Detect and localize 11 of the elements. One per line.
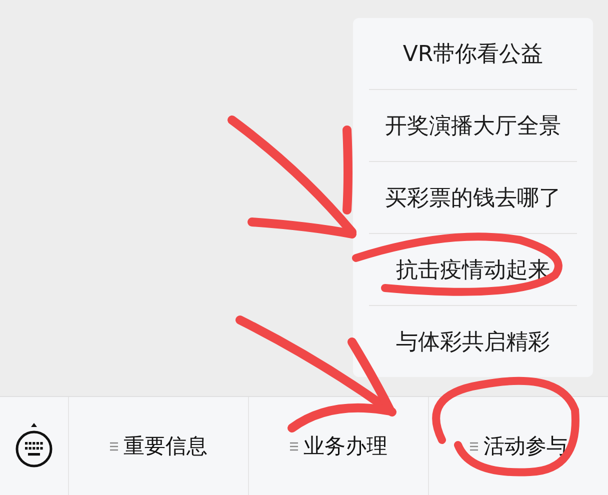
submenu-item[interactable]: 开奖演播大厅全景 [369, 90, 577, 162]
submenu-item[interactable]: VR带你看公益 [369, 18, 577, 90]
menu-tab[interactable]: 重要信息 [69, 397, 249, 495]
keyboard-icon[interactable] [14, 423, 54, 469]
menu-lines-icon [110, 442, 118, 450]
menu-tab[interactable]: 业务办理 [249, 397, 429, 495]
menu-lines-icon [290, 442, 298, 450]
menu-lines-icon [470, 442, 478, 450]
submenu-item[interactable]: 抗击疫情动起来 [369, 234, 577, 306]
submenu-item[interactable]: 与体彩共启精彩 [369, 306, 577, 377]
submenu-item[interactable]: 买彩票的钱去哪了 [369, 162, 577, 234]
